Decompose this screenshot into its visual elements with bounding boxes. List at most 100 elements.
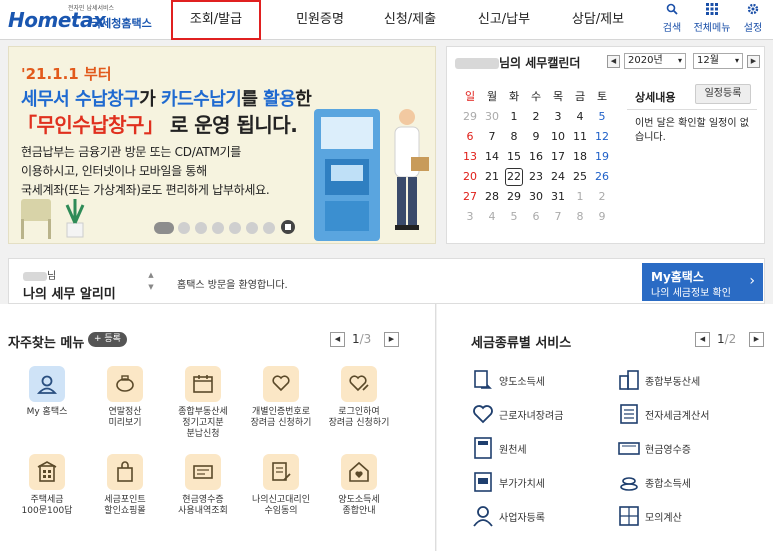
quick-menu-item[interactable]: 로그인하여 장려금 신청하기 — [326, 366, 392, 429]
weekday-header: 금 — [574, 90, 586, 103]
calendar-day[interactable]: 14 — [481, 147, 503, 167]
calendar-day[interactable]: 16 — [525, 147, 547, 167]
calendar-day[interactable]: 9 — [525, 127, 547, 147]
calendar-day[interactable]: 11 — [569, 127, 591, 147]
calendar-day[interactable]: 24 — [547, 167, 569, 187]
tax-service-item[interactable]: 사업자등록 — [471, 504, 611, 527]
quick-menu-item[interactable]: 연말정산 미리보기 — [92, 366, 158, 429]
chevron-down-icon[interactable]: ▼ — [146, 281, 156, 293]
tax-service-item[interactable]: 부가가치세 — [471, 470, 611, 492]
nav-apply-submit[interactable]: 신청/제출 — [372, 0, 448, 40]
search-button[interactable]: 검색 — [658, 3, 686, 34]
calendar-day[interactable]: 30 — [481, 107, 503, 127]
tax-service-item[interactable]: 전자세금계산서 — [617, 402, 757, 424]
calendar-day[interactable]: 28 — [481, 187, 503, 207]
banner-dot[interactable] — [195, 222, 207, 234]
hometax-logo[interactable]: 전자민 납세서비스 Hometax 국세청홈택스 — [8, 2, 168, 38]
quick-menu-item[interactable]: 양도소득세 종합안내 — [326, 454, 392, 517]
banner-dot[interactable] — [229, 222, 241, 234]
next-page-button[interactable]: ▶ — [384, 332, 399, 347]
chevron-right-icon: › — [749, 273, 755, 289]
add-schedule-button[interactable]: 일정등록 — [695, 84, 751, 104]
prev-year-button[interactable]: ◀ — [607, 55, 620, 68]
tax-service-item[interactable]: 종합부동산세 — [617, 368, 757, 390]
next-page-button[interactable]: ▶ — [749, 332, 764, 347]
my-hometax-button[interactable]: My홈택스 나의 세금정보 확인 › — [642, 263, 763, 301]
tax-service-label: 근로자녀장려금 — [499, 411, 564, 422]
calendar-day[interactable]: 7 — [481, 127, 503, 147]
calendar-day[interactable]: 27 — [459, 187, 481, 207]
calendar-day[interactable]: 6 — [525, 207, 547, 227]
calendar-day[interactable]: 18 — [569, 147, 591, 167]
calendar-day[interactable]: 15 — [503, 147, 525, 167]
banner-dot[interactable] — [263, 222, 275, 234]
calendar-day[interactable]: 25 — [569, 167, 591, 187]
calendar-day[interactable]: 5 — [591, 107, 613, 127]
calendar-day[interactable]: 3 — [459, 207, 481, 227]
calendar-day[interactable]: 2 — [525, 107, 547, 127]
calendar-day[interactable]: 8 — [569, 207, 591, 227]
pause-icon[interactable] — [281, 220, 295, 234]
calendar-day[interactable]: 2 — [591, 187, 613, 207]
quick-menu-item[interactable]: 주택세금 100문100답 — [14, 454, 80, 517]
banner-dot[interactable] — [212, 222, 224, 234]
next-month-button[interactable]: ▶ — [747, 55, 760, 68]
tax-service-item[interactable]: 원천세 — [471, 436, 611, 459]
calendar-day[interactable]: 13 — [459, 147, 481, 167]
calendar-day[interactable]: 26 — [591, 167, 613, 187]
quick-menu-item[interactable]: 개별인증번호로 장려금 신청하기 — [248, 366, 314, 429]
banner-dot[interactable] — [178, 222, 190, 234]
calendar-day[interactable]: 21 — [481, 167, 503, 187]
calendar-day[interactable]: 9 — [591, 207, 613, 227]
prev-page-button[interactable]: ◀ — [695, 332, 710, 347]
quick-menu-item[interactable]: 현금영수증 사용내역조회 — [170, 454, 236, 517]
calendar-day[interactable]: 30 — [525, 187, 547, 207]
add-menu-button[interactable]: + 등록 — [88, 332, 127, 347]
nav-inquiry-issue[interactable]: 조회/발급 — [171, 0, 261, 40]
banner-dot[interactable] — [154, 222, 174, 234]
calendar-day[interactable]: 10 — [547, 127, 569, 147]
notice-banner[interactable]: '21.1.1 부터 세무서 수납창구가 카드수납기를 활용한 「무인수납창구」… — [8, 46, 436, 244]
tax-service-item[interactable]: 모의계산 — [617, 504, 757, 526]
calendar-day[interactable]: 17 — [547, 147, 569, 167]
calendar-day[interactable]: 23 — [525, 167, 547, 187]
nav-consult[interactable]: 상담/제보 — [560, 0, 636, 40]
all-menu-button[interactable]: 전체메뉴 — [692, 3, 732, 34]
tax-service-item[interactable]: 현금영수증 — [617, 436, 757, 456]
chevron-up-icon[interactable]: ▲ — [146, 269, 156, 281]
calendar-day[interactable]: 6 — [459, 127, 481, 147]
calendar-day[interactable]: 22 — [505, 168, 523, 186]
nav-report-pay[interactable]: 신고/납부 — [466, 0, 542, 40]
chevron-down-icon: ▾ — [734, 56, 739, 65]
calendar-day[interactable]: 3 — [547, 107, 569, 127]
calendar-day[interactable]: 29 — [459, 107, 481, 127]
calendar-day[interactable]: 5 — [503, 207, 525, 227]
quick-menu-item[interactable]: 나의신고대리인 수임동의 — [248, 454, 314, 517]
calendar-day[interactable]: 20 — [459, 167, 481, 187]
quick-menu-item[interactable]: 종합부동산세 정기고지분 분납신청 — [170, 366, 236, 440]
quick-menu-item[interactable]: My 홈택스 — [14, 366, 80, 418]
quick-menu-pager: ◀ 1/3 ▶ — [330, 332, 402, 348]
calendar-day[interactable]: 1 — [503, 107, 525, 127]
tax-service-item[interactable]: 종합소득세 — [617, 470, 757, 491]
banner-dot[interactable] — [246, 222, 258, 234]
calendar-day[interactable]: 7 — [547, 207, 569, 227]
year-select[interactable]: 2020년 ▾ — [624, 53, 686, 69]
calendar-day[interactable]: 29 — [503, 187, 525, 207]
calendar-day[interactable]: 19 — [591, 147, 613, 167]
tax-service-label: 종합부동산세 — [645, 377, 701, 388]
month-select[interactable]: 12월 ▾ — [693, 53, 743, 69]
tax-service-item[interactable]: 양도소득세 — [471, 368, 611, 389]
nav-certificates[interactable]: 민원증명 — [282, 0, 358, 40]
calendar-day[interactable]: 1 — [569, 187, 591, 207]
calendar-day[interactable]: 4 — [481, 207, 503, 227]
quick-menu-panel: 자주찾는 메뉴 + 등록 ◀ 1/3 ▶ My 홈택스 연말정산 미리보기 종합부동산… — [0, 304, 436, 551]
quick-menu-item[interactable]: 세금포인트 할인쇼핑몰 — [92, 454, 158, 517]
settings-button[interactable]: 설정 — [740, 3, 766, 34]
calendar-day[interactable]: 31 — [547, 187, 569, 207]
calendar-day[interactable]: 4 — [569, 107, 591, 127]
calendar-day[interactable]: 8 — [503, 127, 525, 147]
calendar-day[interactable]: 12 — [591, 127, 613, 147]
prev-page-button[interactable]: ◀ — [330, 332, 345, 347]
tax-service-item[interactable]: 근로자녀장려금 — [471, 402, 611, 424]
